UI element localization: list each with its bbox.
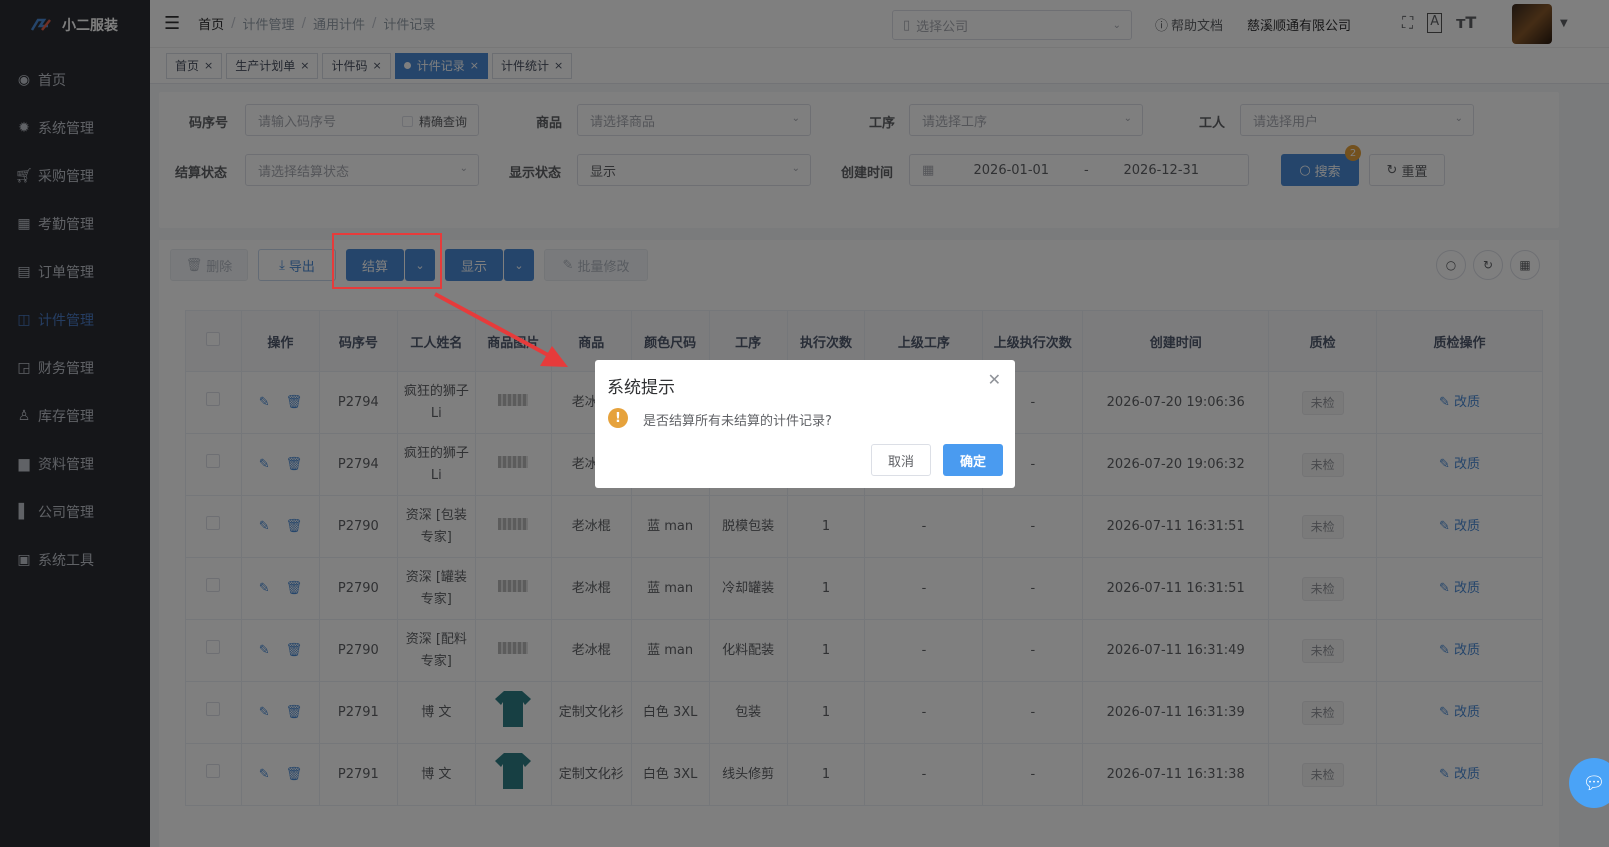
highlight-box [332, 233, 442, 289]
dialog-message: 是否结算所有未结算的计件记录? [643, 414, 832, 429]
warning-icon: ! [608, 408, 628, 428]
cancel-button[interactable]: 取消 [871, 444, 931, 476]
confirm-dialog: 系统提示 ✕ ! 是否结算所有未结算的计件记录? 取消 确定 [595, 360, 1015, 488]
dialog-title: 系统提示 [607, 378, 675, 398]
confirm-button[interactable]: 确定 [943, 444, 1003, 476]
close-icon[interactable]: ✕ [988, 370, 1001, 389]
chat-icon: 💬︎ [1582, 772, 1606, 794]
